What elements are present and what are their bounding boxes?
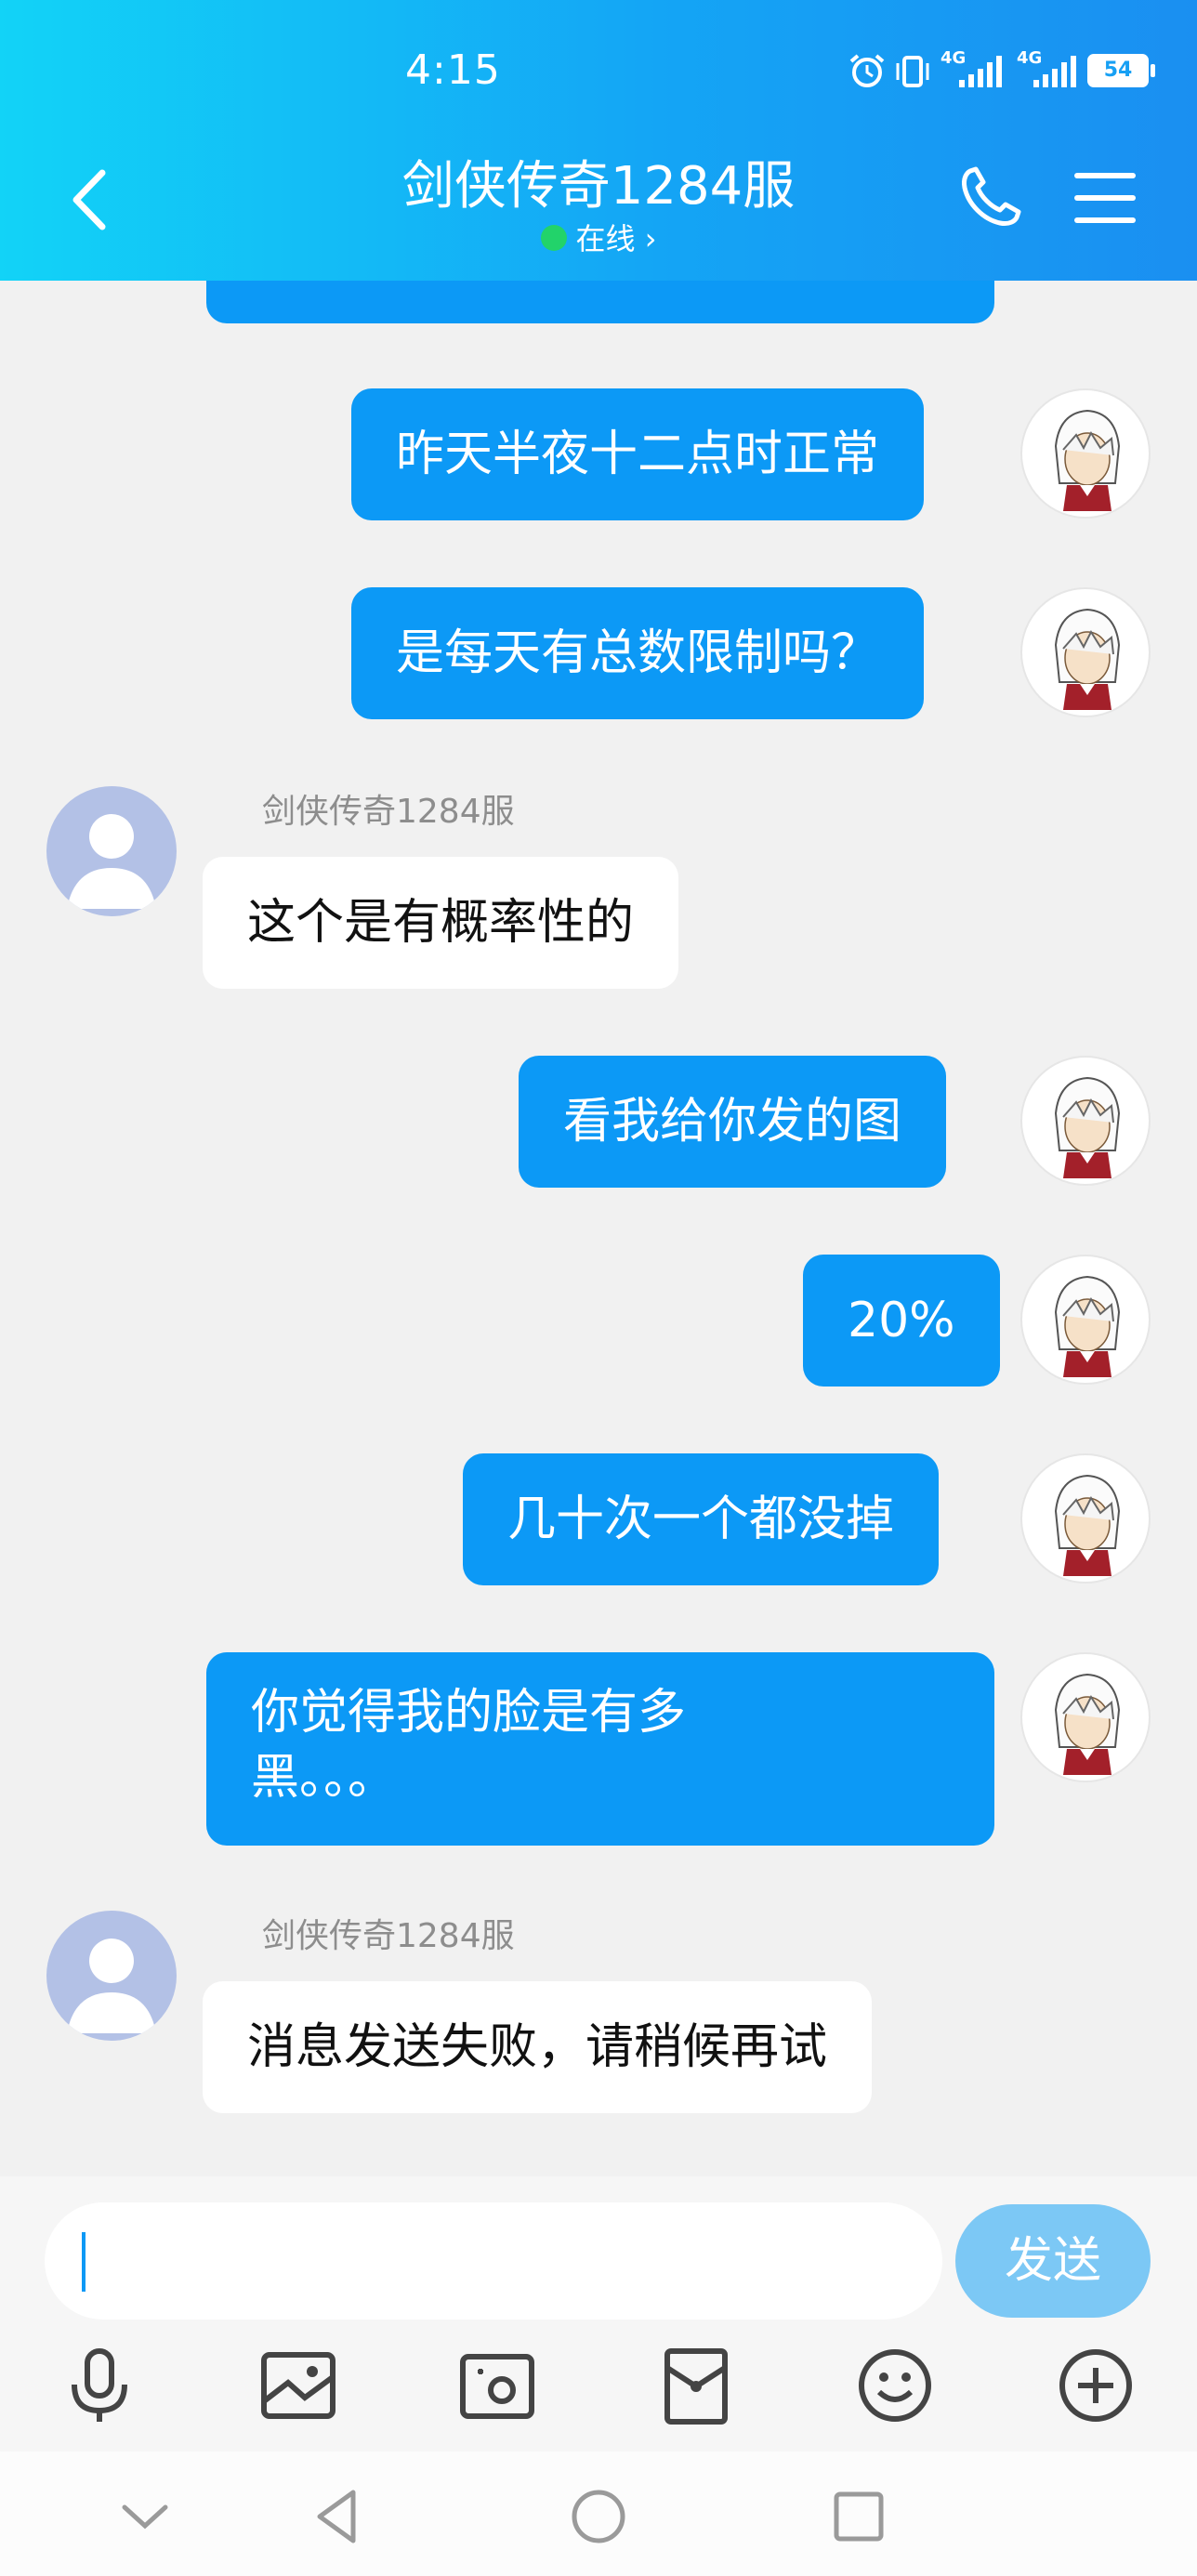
sender-name: 剑侠传奇1284服 bbox=[262, 793, 515, 831]
nav-recents-icon[interactable] bbox=[822, 2479, 896, 2554]
microphone-icon[interactable] bbox=[58, 2344, 141, 2427]
system-nav-bar bbox=[0, 2451, 1197, 2576]
my-avatar[interactable] bbox=[1020, 1056, 1151, 1186]
alarm-icon bbox=[849, 54, 885, 87]
message-list[interactable]: 昨天半夜十二点时正常 是每天有总数限制吗？ 剑侠传奇1284服 这个是有概率性的… bbox=[0, 281, 1197, 2176]
contact-avatar[interactable] bbox=[46, 1911, 177, 2041]
image-icon[interactable] bbox=[256, 2344, 340, 2427]
my-avatar[interactable] bbox=[1020, 1652, 1151, 1782]
phone-call-button[interactable] bbox=[957, 164, 1024, 230]
menu-button[interactable] bbox=[1074, 173, 1136, 223]
nav-collapse-icon[interactable] bbox=[108, 2479, 182, 2554]
message-bubble-sent[interactable]: 昨天半夜十二点时正常 bbox=[351, 388, 925, 520]
message-bubble-partial[interactable] bbox=[206, 281, 994, 323]
chat-header: 4:15 4G 4G 54 剑侠传奇1284服 在线 › bbox=[0, 0, 1197, 281]
message-line-1: 你觉得我的脸是有多 bbox=[251, 1685, 687, 1741]
my-avatar[interactable] bbox=[1020, 388, 1151, 519]
camera-icon[interactable] bbox=[455, 2344, 539, 2427]
message-line-2: 黑。。。 bbox=[251, 1750, 397, 1806]
online-status-label: 在线 bbox=[575, 221, 636, 256]
nav-back-icon[interactable] bbox=[301, 2479, 375, 2554]
message-bubble-sent[interactable]: 几十次一个都没掉 bbox=[463, 1453, 940, 1585]
vibrate-icon bbox=[896, 56, 929, 87]
my-avatar[interactable] bbox=[1020, 1255, 1151, 1385]
sender-name: 剑侠传奇1284服 bbox=[262, 1917, 515, 1955]
message-bubble-sent[interactable]: 你觉得我的脸是有多 黑。。。 bbox=[206, 1652, 994, 1846]
battery-indicator: 54 bbox=[1087, 54, 1155, 87]
red-packet-icon[interactable] bbox=[654, 2344, 738, 2427]
nav-home-icon[interactable] bbox=[561, 2479, 636, 2554]
contact-avatar[interactable] bbox=[46, 786, 177, 916]
text-caret bbox=[82, 2232, 86, 2292]
signal-icon-2 bbox=[1033, 56, 1076, 87]
message-bubble-sent[interactable]: 是每天有总数限制吗？ bbox=[351, 587, 925, 719]
emoji-icon[interactable] bbox=[853, 2344, 937, 2427]
send-button[interactable]: 发送 bbox=[955, 2204, 1151, 2318]
online-chevron-icon: › bbox=[644, 221, 657, 256]
my-avatar[interactable] bbox=[1020, 587, 1151, 717]
message-input[interactable] bbox=[45, 2202, 942, 2320]
message-bubble-sent[interactable]: 看我给你发的图 bbox=[519, 1056, 947, 1188]
plus-icon[interactable] bbox=[1054, 2344, 1138, 2427]
status-time: 4:15 bbox=[405, 46, 501, 94]
signal-icon-1 bbox=[959, 56, 1002, 87]
message-bubble-received[interactable]: 消息发送失败，请稍候再试 bbox=[203, 1981, 873, 2113]
input-bar: 发送 bbox=[0, 2176, 1197, 2451]
online-dot-icon bbox=[540, 225, 567, 251]
my-avatar[interactable] bbox=[1020, 1453, 1151, 1584]
message-bubble-received[interactable]: 这个是有概率性的 bbox=[203, 857, 679, 989]
message-bubble-sent[interactable]: 20% bbox=[803, 1255, 1000, 1387]
